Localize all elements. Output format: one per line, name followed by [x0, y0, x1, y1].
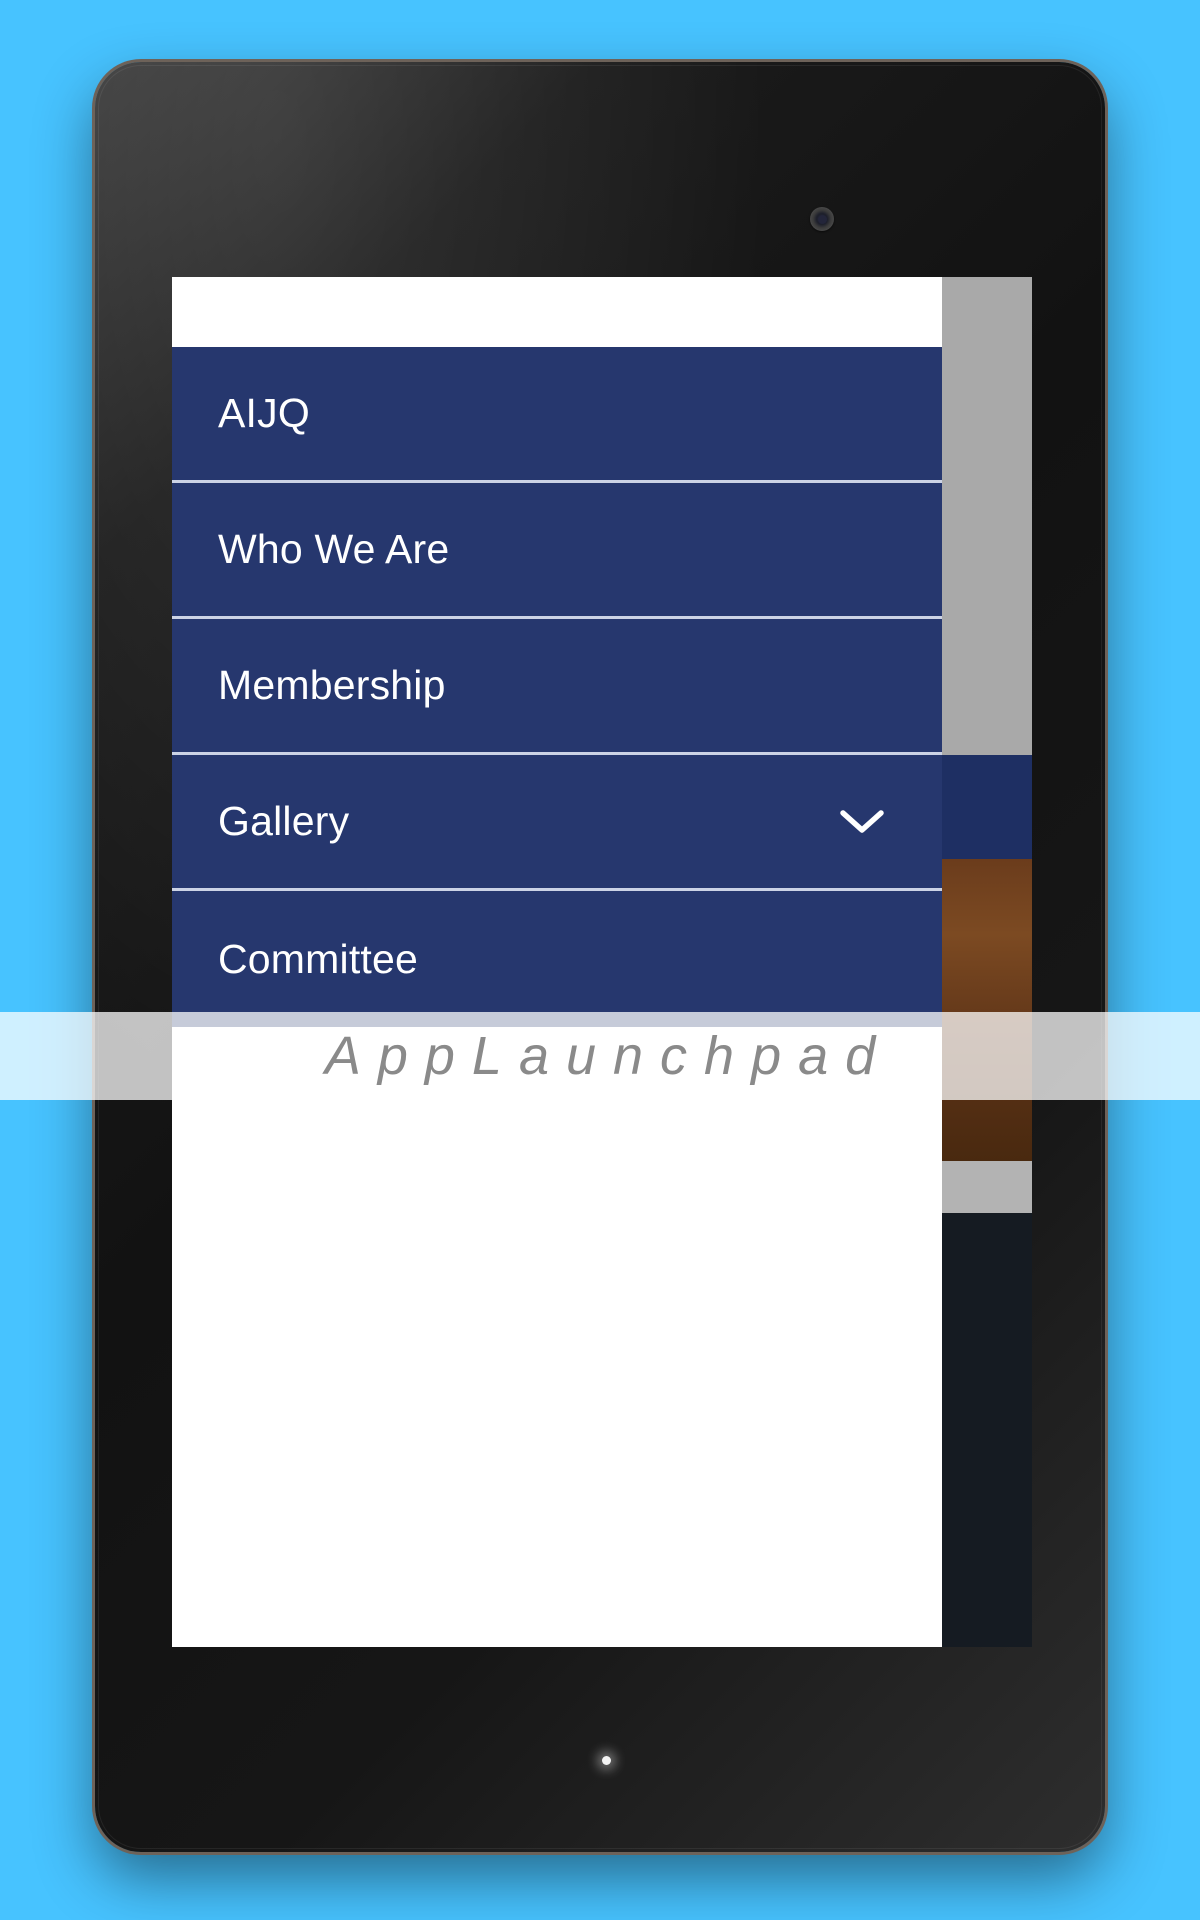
menu-item-membership[interactable]: Membership: [172, 619, 942, 755]
drawer-top-spacer: [172, 277, 942, 347]
menu-item-label: Gallery: [218, 798, 350, 844]
menu-item-who-we-are[interactable]: Who We Are: [172, 483, 942, 619]
drawer-menu-list: AIJQ Who We Are Membership Gallery Commi…: [172, 347, 942, 1027]
menu-item-label: Membership: [218, 662, 446, 708]
menu-item-committee[interactable]: Committee: [172, 891, 942, 1027]
menu-item-aijq[interactable]: AIJQ: [172, 347, 942, 483]
menu-item-gallery[interactable]: Gallery: [172, 755, 942, 891]
device-screen: NOW AIJQ Who We Are Membership Gallery: [172, 277, 1032, 1647]
menu-item-label: Committee: [218, 935, 419, 982]
camera-lens: [817, 214, 827, 224]
status-led-icon: [602, 1756, 611, 1765]
chevron-down-icon[interactable]: [840, 800, 884, 844]
menu-item-label: Who We Are: [218, 526, 450, 572]
navigation-drawer: AIJQ Who We Are Membership Gallery Commi…: [172, 277, 942, 1647]
front-camera-icon: [810, 207, 834, 231]
menu-item-label: AIJQ: [218, 390, 310, 436]
